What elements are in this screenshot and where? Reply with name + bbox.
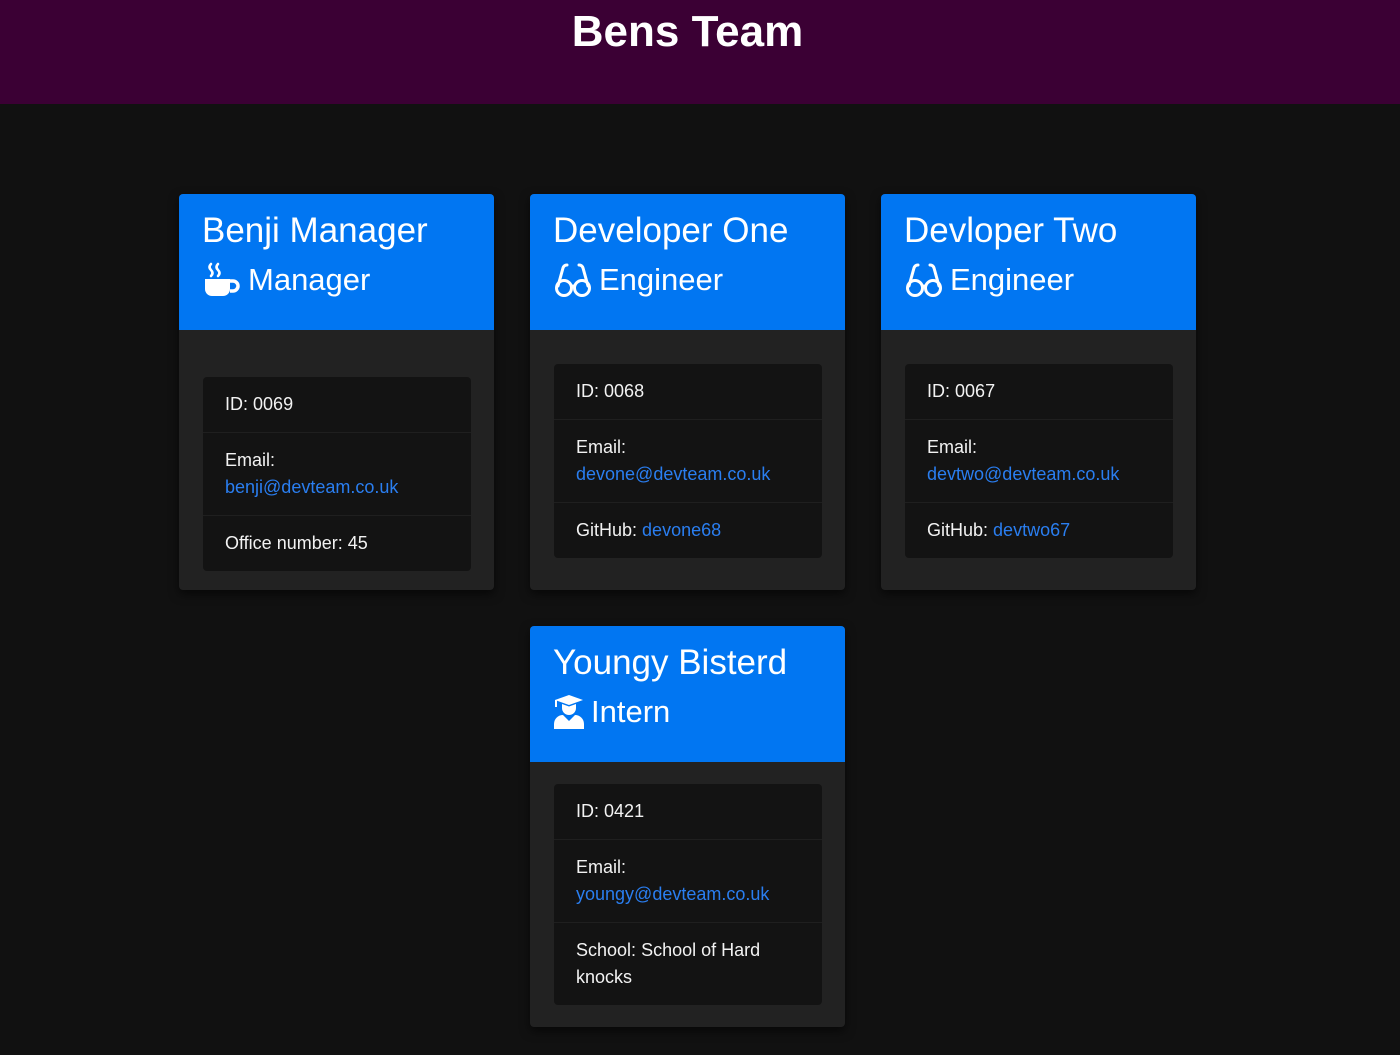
- card-header: Benji Manager Manager: [179, 194, 494, 330]
- id-item: ID: 0068: [554, 364, 822, 419]
- email-item: Email: youngy@devteam.co.uk: [554, 839, 822, 922]
- school-label: School:: [576, 940, 637, 960]
- email-item: Email: benji@devteam.co.uk: [203, 432, 471, 515]
- card-header: Youngy Bisterd Intern: [530, 626, 845, 762]
- employee-role: Engineer: [904, 260, 1196, 300]
- page-title: Bens Team: [571, 7, 804, 56]
- glasses-icon: [553, 262, 593, 298]
- id-label: ID:: [576, 381, 600, 401]
- card-header: Developer One Engineer: [530, 194, 845, 330]
- id-item: ID: 0067: [905, 364, 1173, 419]
- id-value: 0069: [253, 394, 294, 414]
- email-item: Email: devone@devteam.co.uk: [554, 419, 822, 502]
- school-item: School: School of Hard knocks: [554, 922, 822, 1005]
- id-label: ID:: [225, 394, 249, 414]
- employee-card-engineer-one: Developer One Engineer ID: 0068 Email: d…: [530, 194, 845, 590]
- employee-card-engineer-two: Devloper Two Engineer ID: 0067 Email: de…: [881, 194, 1196, 590]
- office-label: Office number:: [225, 533, 343, 553]
- employee-name: Youngy Bisterd: [553, 643, 788, 682]
- email-link[interactable]: devone@devteam.co.uk: [576, 464, 770, 484]
- role-label: Engineer: [950, 262, 1075, 297]
- github-link[interactable]: devone68: [642, 520, 721, 540]
- email-link[interactable]: youngy@devteam.co.uk: [576, 884, 769, 904]
- id-item: ID: 0069: [203, 377, 471, 432]
- info-list: ID: 0069 Email: benji@devteam.co.uk Offi…: [203, 377, 471, 571]
- id-label: ID:: [576, 801, 600, 821]
- office-value: 45: [347, 533, 368, 553]
- office-item: Office number: 45: [203, 515, 471, 571]
- role-label: Engineer: [599, 262, 724, 297]
- github-item: GitHub: devtwo67: [905, 502, 1173, 558]
- id-value: 0068: [604, 381, 645, 401]
- employee-card-manager: Benji Manager Manager ID: 0069 Email: be…: [179, 194, 494, 590]
- employee-name: Developer One: [553, 211, 789, 250]
- employee-name: Benji Manager: [202, 211, 428, 250]
- employee-role: Engineer: [553, 260, 845, 300]
- employee-role: Intern: [553, 692, 845, 732]
- role-label: Manager: [248, 262, 371, 297]
- id-label: ID:: [927, 381, 951, 401]
- github-item: GitHub: devone68: [554, 502, 822, 558]
- info-list: ID: 0421 Email: youngy@devteam.co.uk Sch…: [554, 784, 822, 1005]
- coffee-icon: [202, 262, 242, 298]
- graduate-icon: [553, 694, 585, 730]
- id-item: ID: 0421: [554, 784, 822, 839]
- employee-role: Manager: [202, 260, 494, 300]
- email-link[interactable]: devtwo@devteam.co.uk: [927, 464, 1119, 484]
- info-list: ID: 0067 Email: devtwo@devteam.co.uk Git…: [905, 364, 1173, 558]
- email-label: Email:: [576, 857, 627, 877]
- email-label: Email:: [225, 450, 276, 470]
- id-value: 0421: [604, 801, 645, 821]
- glasses-icon: [904, 262, 944, 298]
- employee-name: Devloper Two: [904, 211, 1118, 250]
- email-label: Email:: [576, 437, 627, 457]
- email-link[interactable]: benji@devteam.co.uk: [225, 477, 398, 497]
- role-label: Intern: [591, 694, 671, 729]
- id-value: 0067: [955, 381, 996, 401]
- employee-card-intern: Youngy Bisterd Intern ID: 0421 Email: yo…: [530, 626, 845, 1027]
- github-label: GitHub:: [927, 520, 989, 540]
- email-item: Email: devtwo@devteam.co.uk: [905, 419, 1173, 502]
- github-link[interactable]: devtwo67: [993, 520, 1070, 540]
- email-label: Email:: [927, 437, 978, 457]
- info-list: ID: 0068 Email: devone@devteam.co.uk Git…: [554, 364, 822, 558]
- card-header: Devloper Two Engineer: [881, 194, 1196, 330]
- github-label: GitHub:: [576, 520, 638, 540]
- page-header: Bens Team: [0, 0, 1400, 104]
